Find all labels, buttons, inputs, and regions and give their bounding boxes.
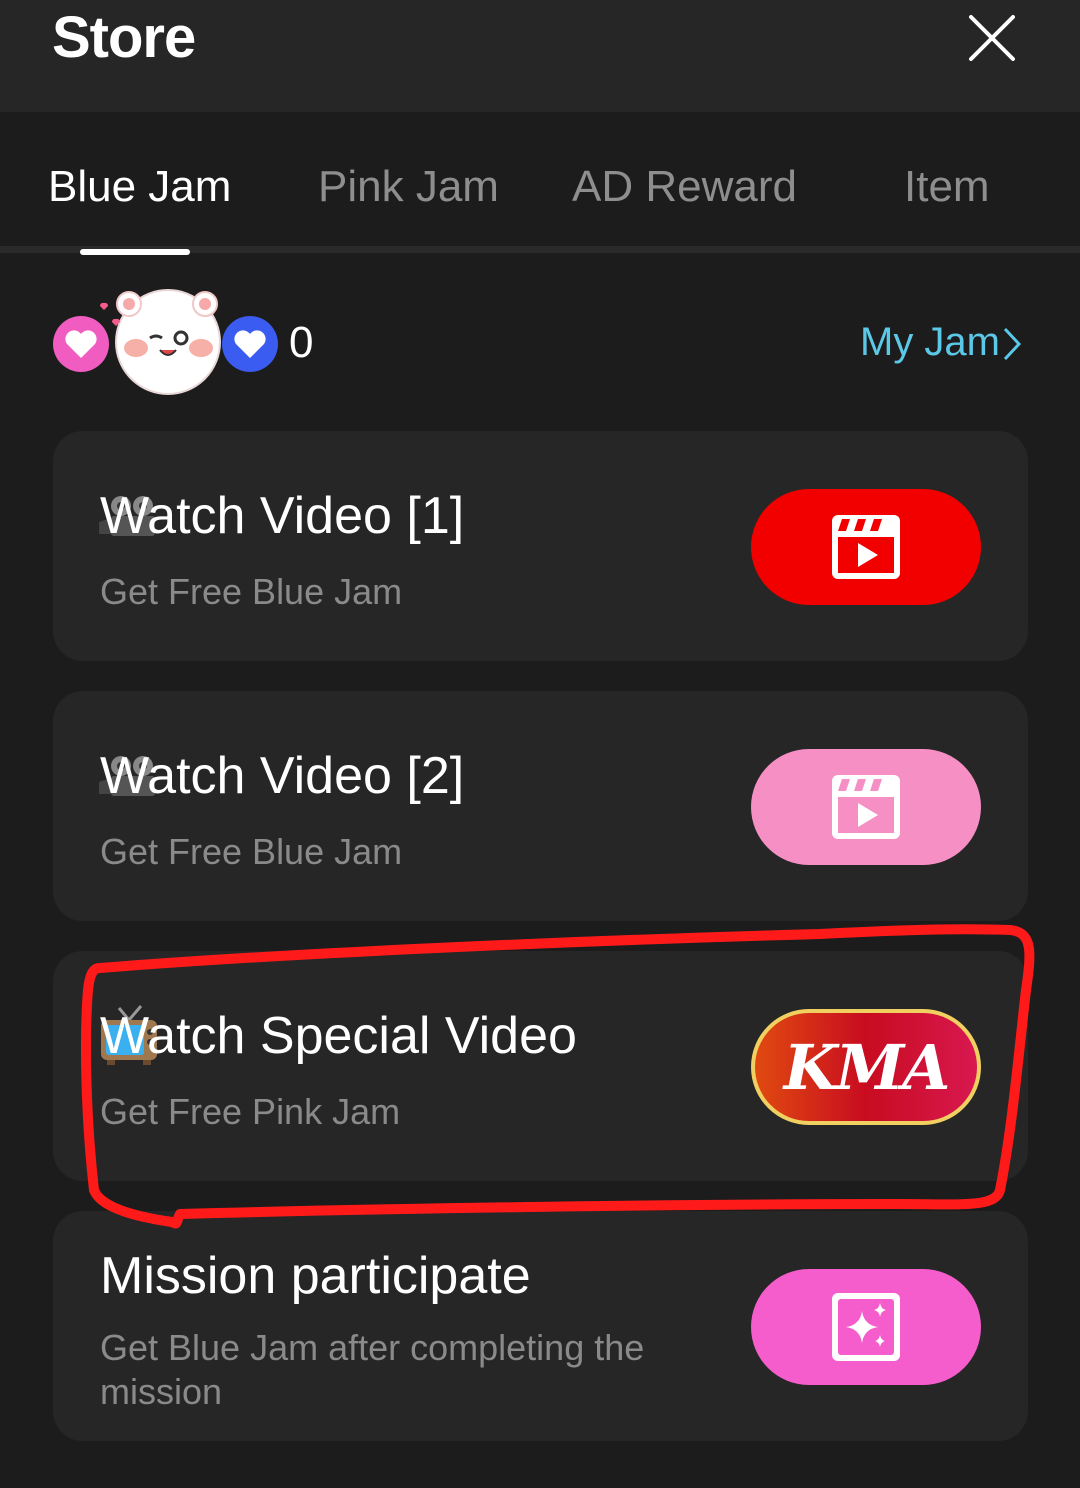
card-subtitle: Get Free Blue Jam: [100, 831, 403, 872]
tab-ad-reward[interactable]: AD Reward: [572, 162, 797, 212]
watch-video-1-button[interactable]: [751, 489, 981, 605]
close-icon[interactable]: [962, 6, 1022, 66]
tab-pink-jam[interactable]: Pink Jam: [318, 162, 499, 212]
store-header: Store: [0, 0, 1080, 112]
card-title: Watch Video [2]: [100, 747, 465, 805]
blue-heart-icon: [222, 316, 278, 372]
watch-video-2-button[interactable]: [751, 749, 981, 865]
tab-blue-jam[interactable]: Blue Jam: [48, 162, 231, 212]
card-title: Mission participate: [100, 1247, 531, 1305]
card-title: Watch Video [1]: [100, 487, 465, 545]
tab-item[interactable]: Item: [904, 162, 990, 212]
active-tab-indicator: [80, 249, 190, 255]
card-subtitle: Get Free Pink Jam: [100, 1091, 401, 1132]
card-title: Watch Special Video: [100, 1007, 577, 1065]
bear-mascot-icon: [99, 289, 221, 395]
video-play-icon: [832, 775, 900, 839]
my-jam-link[interactable]: My Jam: [860, 320, 1000, 365]
mission-participate-button[interactable]: [751, 1269, 981, 1385]
chevron-right-icon[interactable]: [1000, 326, 1024, 362]
kma-logo: KMA: [783, 1030, 951, 1104]
card-subtitle: Get Free Blue Jam: [100, 571, 403, 612]
pink-heart-icon: [53, 316, 109, 372]
jam-count: 0: [289, 318, 314, 367]
card-subtitle: Get Blue Jam after completing the missio…: [100, 1327, 645, 1412]
sparkle-icon: [832, 1293, 900, 1361]
page-title: Store: [52, 5, 196, 70]
video-play-icon: [832, 515, 900, 579]
kma-special-video-button[interactable]: KMA: [751, 1009, 981, 1125]
